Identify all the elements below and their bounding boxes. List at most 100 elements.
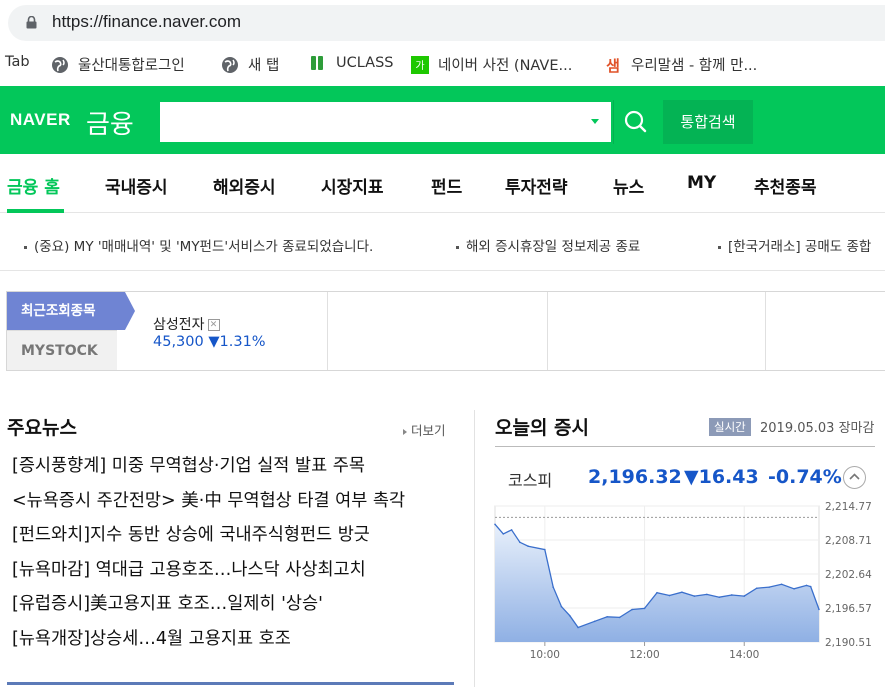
autocomplete-toggle-icon[interactable] (591, 119, 599, 124)
nav-item-strategy[interactable]: 투자전략 (505, 173, 568, 198)
news-item[interactable]: [유럽증시]美고용지표 호조…일제히 '상승' (12, 590, 405, 625)
y-tick-label: 2,214.77 (825, 501, 872, 513)
main-nav: 금융 홈 국내증시 해외증시 시장지표 펀드 투자전략 뉴스 MY 추천종목 (0, 155, 885, 213)
data-point (768, 586, 770, 588)
tab-mystock[interactable]: MYSTOCK (7, 330, 117, 370)
nav-item-domestic[interactable]: 국내증시 (105, 173, 168, 198)
urimal-icon: 샘 (606, 57, 620, 74)
main-news-heading: 주요뉴스 (7, 417, 77, 439)
nav-item-my[interactable]: MY (687, 173, 716, 193)
stock-slot-divider (327, 292, 328, 370)
nav-item-home[interactable]: 금융 홈 (7, 173, 60, 198)
search-button[interactable] (613, 100, 657, 144)
bullet (456, 245, 459, 249)
naver-logo[interactable]: NAVER (10, 110, 71, 130)
data-point (502, 533, 505, 535)
bookmark-tab[interactable]: Tab (5, 54, 30, 70)
column-divider (474, 410, 475, 687)
data-point (681, 591, 683, 593)
search-input[interactable] (160, 102, 580, 142)
bookmark-ulsan-login[interactable]: 울산대통합로그인 (51, 54, 185, 75)
x-tick-label: 12:00 (629, 649, 659, 661)
nav-item-recommend[interactable]: 추천종목 (754, 173, 817, 198)
stock-change-value: ▼1.31% (208, 334, 266, 350)
realtime-badge: 실시간 (709, 418, 751, 436)
index-change-percent: -0.74% (768, 466, 842, 488)
data-point (606, 616, 608, 618)
nav-item-news[interactable]: 뉴스 (613, 173, 644, 198)
index-change: ▼16.43 (684, 466, 759, 488)
stock-price-value: 45,300 (153, 334, 204, 350)
nav-item-overseas[interactable]: 해외증시 (213, 173, 276, 198)
bookmark-naver-dict[interactable]: 가 네이버 사전 (NAVE... (411, 54, 572, 75)
stock-item-price: 45,300 ▼1.31% (153, 334, 266, 350)
tab-recent-stocks[interactable]: 최근조회종목 (7, 292, 135, 330)
nav-item-fund[interactable]: 펀드 (431, 173, 462, 198)
address-text[interactable]: https://finance.naver.com (52, 12, 241, 32)
data-point (618, 616, 621, 619)
market-date-text: 2019.05.03 (760, 421, 835, 436)
bullet (24, 245, 27, 249)
data-point (577, 626, 579, 629)
today-market-heading: 오늘의 증시 (495, 417, 590, 439)
index-toggle-button[interactable] (843, 466, 866, 489)
data-point (631, 608, 633, 611)
bookmark-uclass[interactable]: UCLASS (309, 54, 393, 72)
data-point (510, 529, 513, 531)
kospi-chart: 2,214.77 2,208.71 2,202.64 2,196.57 2,190.51… (494, 496, 885, 687)
recent-stocks-panel: 최근조회종목 MYSTOCK 삼성전자 ✕ 45,300 ▼1.31% (6, 291, 885, 371)
integrated-search-button[interactable]: 통합검색 (663, 100, 753, 144)
y-tick-label: 2,208.71 (825, 535, 872, 547)
news-item[interactable]: [뉴욕개장]상승세…4월 고용지표 호조 (12, 625, 405, 660)
y-tick-label: 2,202.64 (825, 569, 872, 581)
kospi-chart-svg: 2,214.77 2,208.71 2,202.64 2,196.57 2,190.51… (494, 501, 872, 661)
news-item[interactable]: [펀드와치]지수 동반 상승에 국내주식형펀드 방긋 (12, 521, 405, 556)
notice-item[interactable]: [한국거래소] 공매도 종합 (718, 235, 871, 255)
remove-icon[interactable]: ✕ (207, 319, 220, 331)
bookmark-urimalsaem[interactable]: 샘 우리말샘 - 함께 만... (604, 54, 757, 75)
notice-item[interactable]: 해외 증시휴장일 정보제공 종료 (456, 235, 640, 255)
data-point (706, 593, 708, 596)
bookmark-label: Tab (5, 54, 30, 70)
market-status: 장마감 (838, 421, 875, 436)
news-item[interactable]: [뉴욕마감] 역대급 고용호조…나스닥 사상최고치 (12, 556, 405, 591)
news-item[interactable]: [증시풍향계] 미중 무역협상·기업 실적 발표 주목 (12, 452, 405, 487)
naver-dict-icon: 가 (411, 55, 429, 74)
notice-item[interactable]: (중요) MY '매매내역' 및 'MY펀드'서비스가 종료되었습니다. (24, 235, 373, 255)
svg-text:가: 가 (415, 60, 424, 72)
market-heading-rule (495, 446, 875, 447)
naver-header: NAVER 금융 통합검색 (0, 86, 885, 154)
stock-item-name[interactable]: 삼성전자 ✕ (153, 314, 220, 334)
notice-text: 해외 증시휴장일 정보제공 종료 (466, 239, 641, 255)
data-point (730, 594, 733, 596)
data-point (668, 594, 671, 597)
data-point (809, 585, 812, 588)
market-date: 2019.05.03 장마감 (760, 417, 874, 436)
data-point (718, 596, 721, 599)
news-more-link[interactable]: 더보기 (403, 420, 446, 439)
bookmarks-bar: Tab 울산대통합로그인 새 탭 UCLASS 가 네이버 사전 (NAVE..… (0, 46, 885, 82)
index-name[interactable]: 코스피 (508, 467, 552, 491)
chevron-up-icon (849, 473, 860, 480)
y-tick-label: 2,190.51 (825, 637, 872, 649)
news-section-border (7, 682, 454, 685)
bookmark-label: 울산대통합로그인 (78, 58, 185, 74)
uclass-icon (311, 56, 323, 70)
nav-item-indicators[interactable]: 시장지표 (321, 173, 384, 198)
x-tick-label: 14:00 (729, 649, 759, 661)
y-tick-label: 2,196.57 (825, 603, 872, 615)
stock-slot-divider (547, 292, 548, 370)
data-point (494, 523, 496, 526)
bookmark-new-tab[interactable]: 새 탭 (221, 54, 279, 75)
data-point (755, 587, 758, 590)
search-box (158, 100, 613, 144)
finance-logo[interactable]: 금융 (86, 104, 134, 141)
stock-slot-divider (765, 292, 766, 370)
data-point (805, 584, 808, 587)
news-item[interactable]: <뉴욕증시 주간전망> 美·中 무역협상 타결 여부 촉각 (12, 487, 405, 522)
data-point (552, 586, 554, 588)
data-point (818, 608, 820, 611)
bookmark-label: 네이버 사전 (NAVE... (438, 58, 573, 74)
data-point (793, 587, 795, 590)
data-point (568, 614, 571, 617)
